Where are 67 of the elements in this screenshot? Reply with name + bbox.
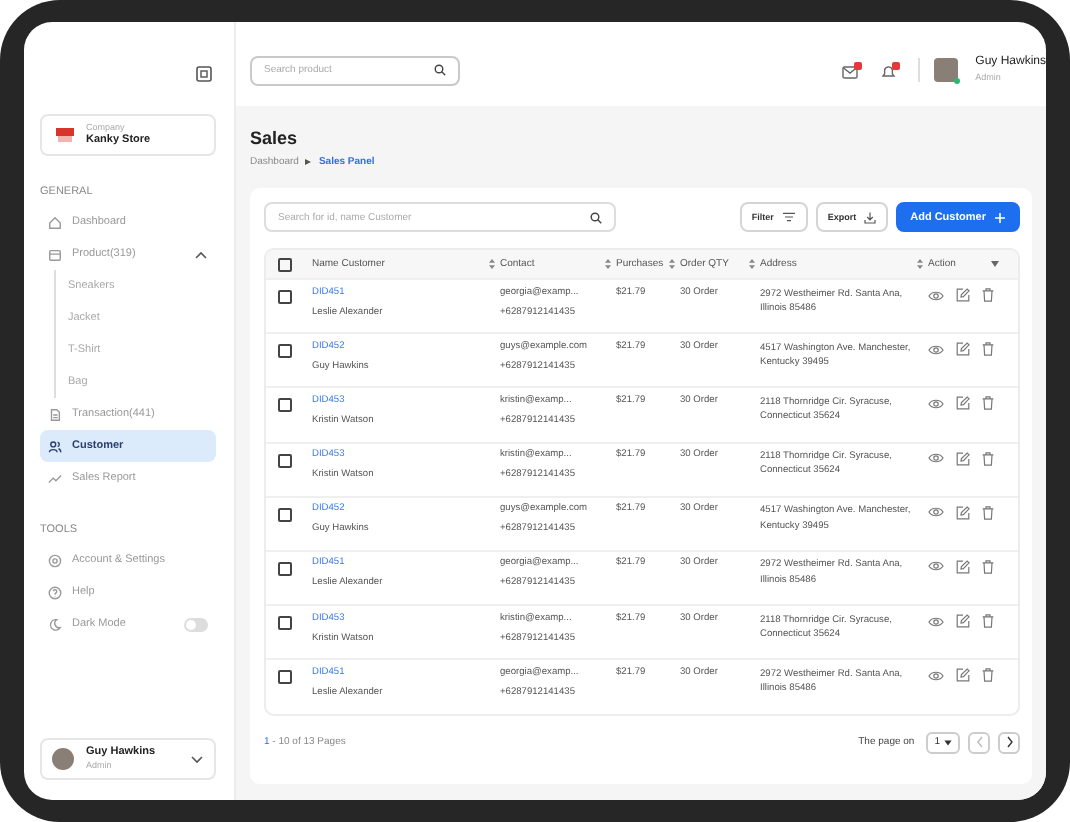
select-all-checkbox[interactable] bbox=[278, 257, 292, 271]
sort-icon[interactable] bbox=[604, 258, 612, 270]
row-checkbox[interactable] bbox=[278, 290, 292, 304]
trash-icon[interactable] bbox=[982, 288, 994, 302]
row-checkbox[interactable] bbox=[278, 398, 292, 413]
nav-icon bbox=[48, 471, 62, 485]
plus-icon bbox=[994, 211, 1006, 223]
trash-icon[interactable] bbox=[982, 396, 994, 411]
chevron-left-icon bbox=[975, 736, 983, 748]
nav-icon bbox=[48, 215, 62, 229]
view-icon[interactable] bbox=[928, 669, 944, 682]
breadcrumb-arrow-icon bbox=[304, 158, 313, 166]
edit-icon[interactable] bbox=[956, 342, 970, 357]
view-icon[interactable] bbox=[928, 452, 944, 465]
edit-icon[interactable] bbox=[956, 451, 970, 466]
edit-icon[interactable] bbox=[956, 396, 970, 411]
row-checkbox[interactable] bbox=[278, 344, 292, 359]
sort-icon[interactable] bbox=[916, 258, 924, 270]
page-title: Sales bbox=[250, 128, 300, 148]
next-page-button[interactable] bbox=[998, 731, 1020, 753]
view-icon[interactable] bbox=[928, 506, 944, 519]
avatar[interactable] bbox=[933, 58, 958, 82]
trash-icon[interactable] bbox=[982, 559, 994, 574]
trash-icon[interactable] bbox=[982, 614, 994, 629]
edit-icon[interactable] bbox=[956, 288, 970, 302]
row-checkbox[interactable] bbox=[278, 670, 292, 685]
view-icon[interactable] bbox=[928, 289, 944, 301]
dropdown-arrow-icon[interactable] bbox=[990, 260, 1000, 268]
edit-icon[interactable] bbox=[956, 559, 970, 574]
sort-icon[interactable] bbox=[668, 258, 676, 270]
dark-mode-toggle[interactable] bbox=[184, 617, 208, 631]
trash-icon[interactable] bbox=[982, 451, 994, 466]
trash-icon[interactable] bbox=[982, 342, 994, 357]
bell-icon[interactable] bbox=[879, 61, 900, 79]
caret-icon bbox=[944, 739, 952, 745]
sort-icon[interactable] bbox=[488, 258, 496, 270]
trash-icon[interactable] bbox=[982, 505, 994, 520]
view-icon[interactable] bbox=[928, 397, 944, 410]
mail-icon[interactable] bbox=[841, 61, 862, 79]
online-dot bbox=[953, 78, 960, 84]
avatar bbox=[52, 748, 74, 770]
row-checkbox[interactable] bbox=[278, 507, 292, 522]
sidebar-toggle-icon[interactable] bbox=[196, 66, 212, 82]
nav-icon bbox=[48, 553, 62, 567]
nav-icon bbox=[48, 617, 62, 631]
view-icon[interactable] bbox=[928, 343, 944, 356]
filter-icon bbox=[781, 212, 796, 222]
trash-icon[interactable] bbox=[982, 668, 994, 683]
nav-icon bbox=[48, 407, 62, 421]
sort-icon[interactable] bbox=[748, 258, 756, 270]
nav-icon bbox=[48, 439, 62, 453]
edit-icon[interactable] bbox=[956, 614, 970, 629]
chevron-icon bbox=[190, 754, 204, 764]
search-icon bbox=[434, 64, 446, 76]
row-checkbox[interactable] bbox=[278, 453, 292, 468]
row-checkbox[interactable] bbox=[278, 561, 292, 576]
row-checkbox[interactable] bbox=[278, 616, 292, 631]
edit-icon[interactable] bbox=[956, 505, 970, 520]
edit-icon[interactable] bbox=[956, 668, 970, 683]
view-icon[interactable] bbox=[928, 615, 944, 628]
download-icon bbox=[864, 211, 877, 223]
store-logo-icon bbox=[56, 128, 74, 142]
chevron-right-icon bbox=[1005, 736, 1013, 748]
view-icon[interactable] bbox=[928, 560, 944, 573]
nav-icon bbox=[48, 585, 62, 599]
search-icon bbox=[590, 211, 602, 223]
nav-icon bbox=[48, 247, 62, 261]
